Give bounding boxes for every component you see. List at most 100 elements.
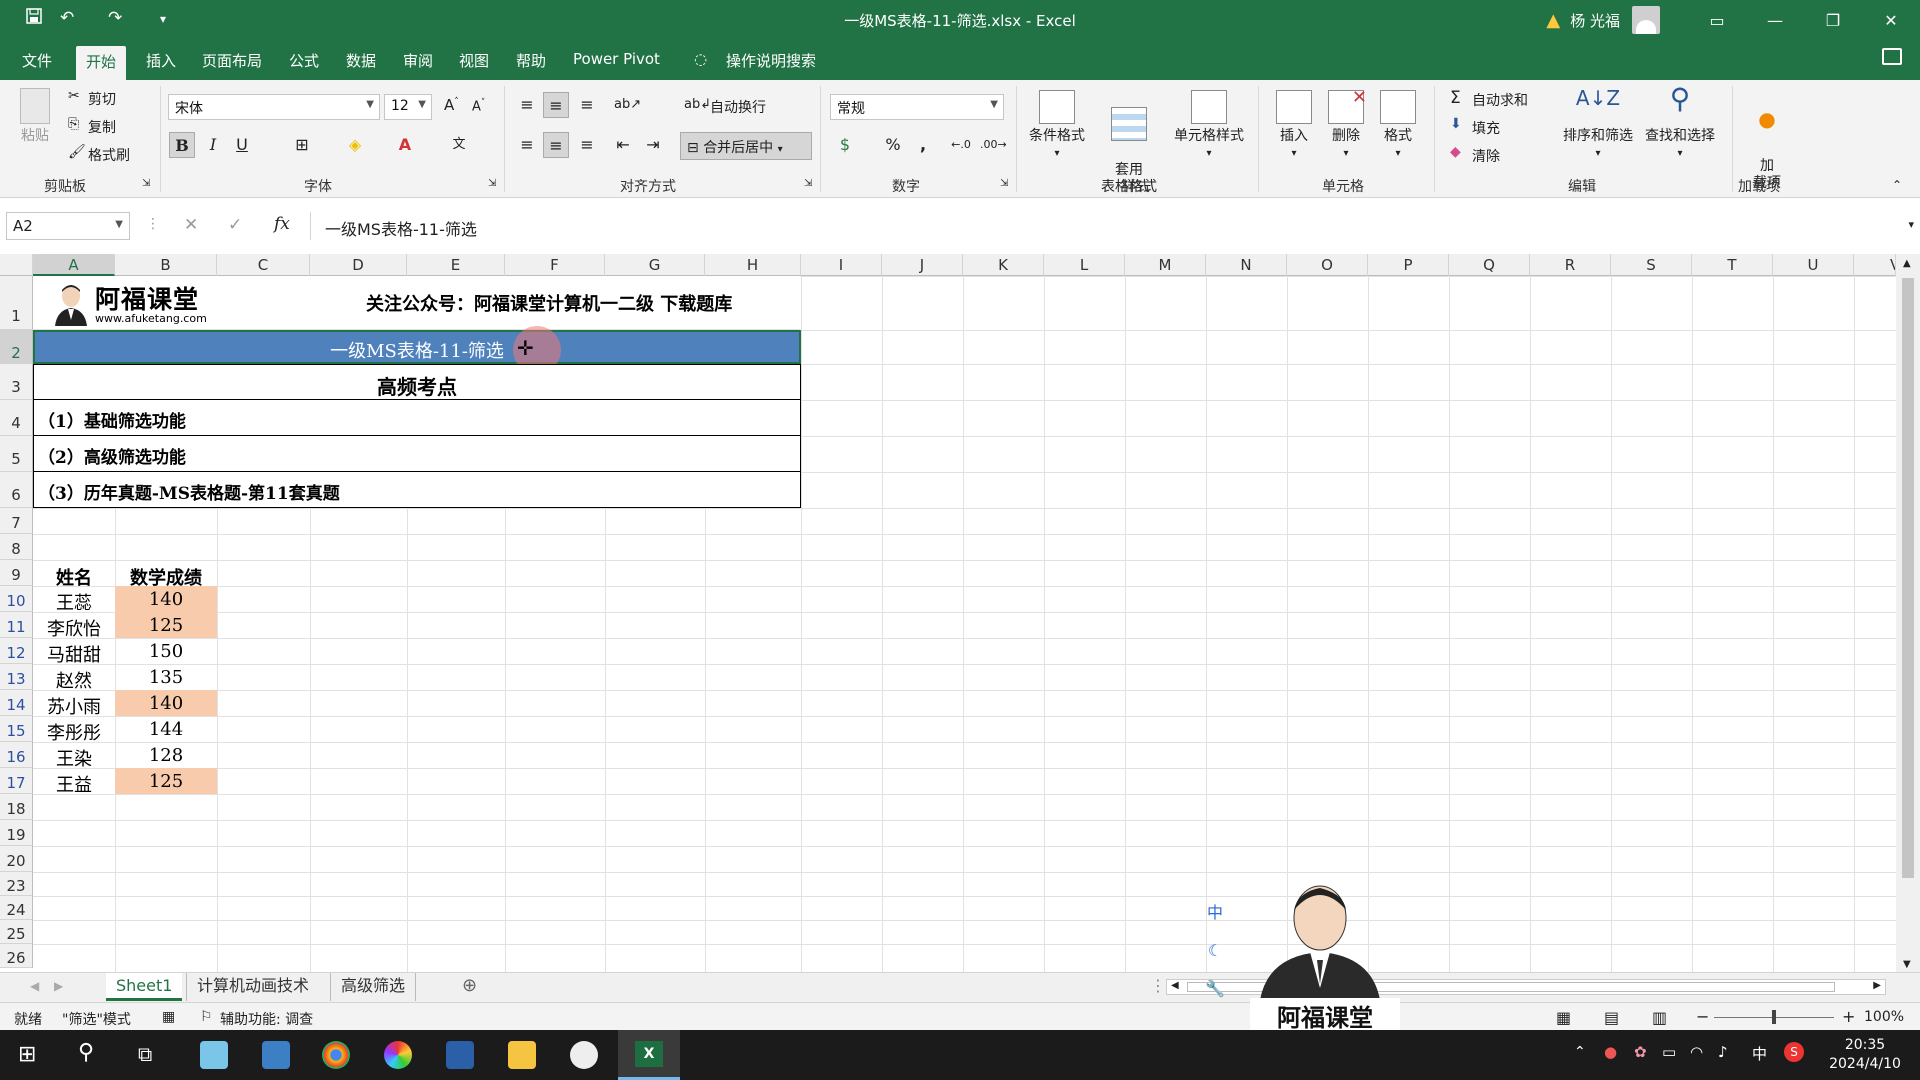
wrench-icon[interactable]: 🔧 [1204,970,1226,1008]
tell-me-search[interactable]: 操作说明搜索 [726,50,816,71]
number-format-select[interactable]: 常规 ▼ [830,94,1004,120]
scroll-left-icon[interactable]: ◀ [1171,980,1179,991]
copy-icon[interactable]: ⎘ [68,116,79,132]
row-header[interactable]: 6 [0,472,33,508]
clear-button[interactable]: 清除 [1472,146,1500,166]
table-cell-score[interactable]: 144 [115,719,217,740]
row-header[interactable]: 23 [0,872,33,896]
column-header[interactable]: A [33,254,115,276]
cancel-icon[interactable]: ✕ [184,215,198,235]
zoom-out-icon[interactable]: − [1696,1007,1709,1026]
increase-indent-icon[interactable]: ⇥ [640,132,666,158]
column-header[interactable]: Q [1449,254,1530,276]
browser-icon[interactable] [384,1041,412,1069]
scroll-up-icon[interactable]: ▲ [1903,258,1911,269]
table-cell-name[interactable]: 马甜甜 [33,641,115,667]
column-header[interactable]: E [407,254,505,276]
tab-page-layout[interactable]: 页面布局 [202,50,262,71]
column-header[interactable]: I [801,254,882,276]
shrink-font-icon[interactable]: A˅ [472,98,485,114]
row-header[interactable]: 18 [0,794,33,820]
vertical-scrollbar[interactable]: ▲ ▼ [1896,254,1920,974]
column-header[interactable]: F [505,254,605,276]
column-header[interactable]: H [705,254,801,276]
row-header[interactable]: 3 [0,364,33,400]
row-header[interactable]: 10 [0,586,33,612]
column-header[interactable]: U [1773,254,1854,276]
column-header[interactable]: R [1530,254,1611,276]
scroll-down-icon[interactable]: ▼ [1903,959,1911,970]
column-header[interactable]: P [1368,254,1449,276]
enter-icon[interactable]: ✓ [228,215,242,235]
row-header[interactable]: 26 [0,944,33,968]
status-accessibility[interactable]: 辅助功能: 调查 [220,1009,313,1029]
zoom-in-icon[interactable]: + [1842,1007,1855,1026]
tab-help[interactable]: 帮助 [516,50,546,71]
phonetic-icon[interactable]: 文 [446,132,472,158]
fill-button[interactable]: 填充 [1472,118,1500,138]
bold-button[interactable]: B [169,132,195,158]
comma-icon[interactable]: , [910,132,936,158]
sigma-icon[interactable]: Σ [1450,88,1461,108]
tray-app-icon[interactable]: ● [1604,1043,1617,1061]
point-cell-3[interactable]: （3）历年真题-MS表格题-第11套真题 [33,471,801,508]
clock[interactable]: 20:35 2024/4/10 [1820,1036,1910,1074]
number-launcher-icon[interactable]: ⇲ [1000,178,1008,189]
avatar[interactable] [1632,6,1660,34]
delete-cells-button[interactable]: ✕ 删除 ▾ [1324,89,1368,162]
table-cell-name[interactable]: 王益 [33,771,115,797]
tray-expand-icon[interactable]: ⌃ [1574,1044,1586,1060]
cut-icon[interactable]: ✂ [68,88,80,104]
column-header[interactable]: L [1044,254,1125,276]
screen-icon[interactable] [446,1041,474,1069]
wrap-text-icon[interactable]: ab↲ [684,97,711,112]
normal-view-icon[interactable]: ▦ [1556,1008,1571,1027]
row-header[interactable]: 1 [0,276,33,330]
italic-button[interactable]: I [200,132,226,158]
tab-file[interactable]: 文件 [22,50,52,71]
windows-start-icon[interactable]: ⊞ [18,1042,36,1067]
align-left-icon[interactable]: ≡ [514,132,540,158]
table-cell-score[interactable]: 140 [115,589,217,610]
scroll-thumb[interactable] [1902,278,1914,878]
chrome-icon[interactable] [322,1041,350,1069]
table-cell-name[interactable]: 苏小雨 [33,693,115,719]
row-header[interactable]: 16 [0,742,33,768]
merge-center-button[interactable]: ⊟ 合并后居中 ▾ [680,132,812,160]
expand-formula-icon[interactable]: ▾ [1908,218,1914,231]
row-header[interactable]: 13 [0,664,33,690]
zoom-level[interactable]: 100% [1864,1009,1904,1025]
search-icon[interactable]: ⚲ [78,1040,94,1065]
row-header[interactable]: 2 [0,330,33,364]
font-name-select[interactable]: 宋体 ▼ [168,94,380,120]
font-color-icon[interactable]: A [392,132,418,158]
percent-icon[interactable]: % [880,132,906,158]
title-banner[interactable]: 一级MS表格-11-筛选 ✛ [33,326,801,374]
insert-cells-button[interactable]: 插入 ▾ [1272,90,1316,162]
currency-icon[interactable]: $ [832,132,858,158]
font-size-select[interactable]: 12 ▼ [384,94,432,120]
point-cell-2[interactable]: （2）高级筛选功能 [33,435,801,472]
decrease-indent-icon[interactable]: ⇤ [610,132,636,158]
tab-data[interactable]: 数据 [346,50,376,71]
align-center-icon[interactable]: ≡ [543,132,569,158]
macro-record-icon[interactable]: ▦ [162,1009,175,1025]
minimize-button[interactable]: — [1746,11,1804,30]
row-header[interactable]: 25 [0,920,33,944]
ime-toolbar[interactable]: 中 ☾ 🔧 [1204,894,1226,1008]
row-header[interactable]: 15 [0,716,33,742]
cell-styles-button[interactable]: 单元格样式 ▾ [1168,90,1250,162]
avatar-app-icon[interactable] [570,1041,598,1069]
column-header[interactable]: N [1206,254,1287,276]
table-cell-score[interactable]: 125 [115,615,217,636]
next-sheet-icon[interactable]: ▶ [44,973,73,1001]
table-cell-score[interactable]: 150 [115,641,217,662]
column-header[interactable]: C [217,254,310,276]
paste-button[interactable]: 粘贴 [14,88,56,145]
align-top-icon[interactable]: ≡ [514,92,540,118]
decrease-decimal-icon[interactable]: .00→ [980,132,1007,158]
moon-icon[interactable]: ☾ [1204,932,1226,970]
format-cells-button[interactable]: 格式 ▾ [1376,90,1420,162]
tab-home[interactable]: 开始 [76,46,127,80]
sort-filter-button[interactable]: A↓Z 排序和筛选 ▾ [1560,88,1636,162]
